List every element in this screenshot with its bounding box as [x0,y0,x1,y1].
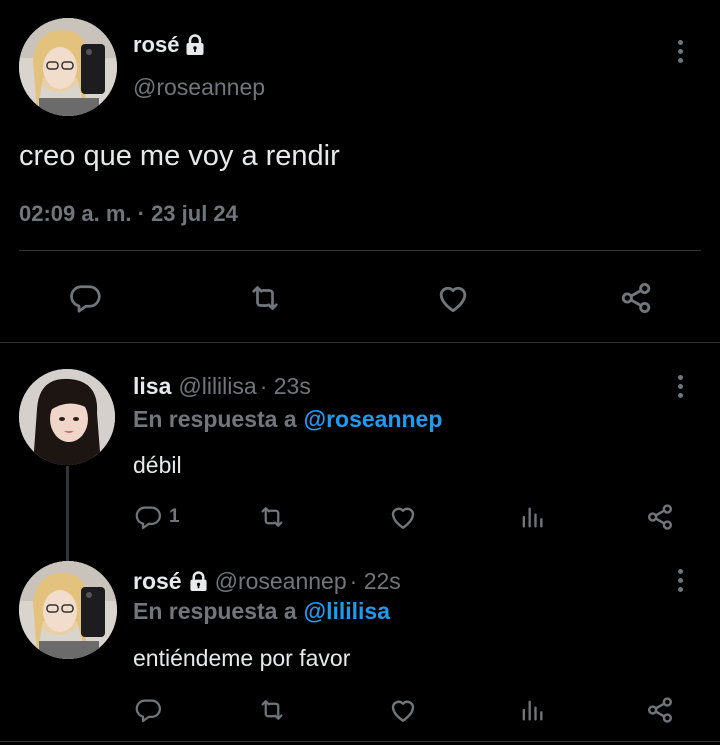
reply-text: entiéndeme por favor [133,645,351,671]
reply-button[interactable]: 1 [133,502,180,532]
avatar-photo [19,561,117,659]
lock-icon [185,34,205,56]
reply-prefix: En respuesta a [133,598,297,624]
like-icon[interactable] [434,279,472,317]
reply-tweet[interactable]: rosé @roseannep · 22s En respuesta a @li… [0,555,720,741]
avatar[interactable] [19,18,117,116]
reply-icon[interactable] [133,695,163,725]
reply-count: 1 [169,506,180,527]
retweet-icon[interactable] [247,280,283,316]
retweet-icon[interactable] [257,695,287,725]
avatar[interactable] [19,561,117,659]
reply-context: En respuesta a @lililisa [133,598,390,628]
reply-mention-link[interactable]: @roseannep [304,406,443,433]
divider [0,741,720,742]
views-icon[interactable] [518,502,546,532]
author-handle[interactable]: @roseannep [133,72,265,102]
lock-icon [189,570,208,592]
reply-tweet[interactable]: lisa @lililisa · 23s En respuesta a @ros… [0,343,720,555]
more-options-icon[interactable] [677,569,683,592]
reply-icon [133,502,163,532]
reply-time[interactable]: · 22s [350,568,401,595]
author-name[interactable]: lisa [133,373,171,400]
retweet-icon[interactable] [257,502,287,532]
author-handle[interactable]: @roseannep [215,568,347,595]
share-icon[interactable] [617,279,655,317]
tweet-timestamp[interactable]: 02:09 a. m. · 23 jul 24 [19,199,238,229]
avatar-photo [19,18,117,116]
author-handle[interactable]: @lililisa [178,373,256,400]
author-name[interactable]: rosé [133,32,179,58]
share-icon[interactable] [644,694,676,726]
author-name[interactable]: rosé [133,568,182,595]
reply-icon[interactable] [67,280,103,316]
like-icon[interactable] [387,694,419,726]
avatar[interactable] [19,369,115,465]
reply-time[interactable]: · 23s [260,373,311,400]
tweet-text: creo que me voy a rendir [19,140,340,172]
main-tweet: rosé @roseannep creo que me voy a rendir… [0,0,720,342]
divider [19,250,701,251]
views-icon[interactable] [518,695,546,725]
like-icon[interactable] [387,501,419,533]
more-options-icon[interactable] [677,40,683,63]
reply-context: En respuesta a @roseannep [133,406,442,436]
share-icon[interactable] [644,501,676,533]
more-options-icon[interactable] [677,375,683,398]
reply-mention-link[interactable]: @lililisa [304,598,390,625]
avatar-photo [19,369,115,465]
reply-text: débil [133,452,182,478]
reply-prefix: En respuesta a [133,406,297,432]
